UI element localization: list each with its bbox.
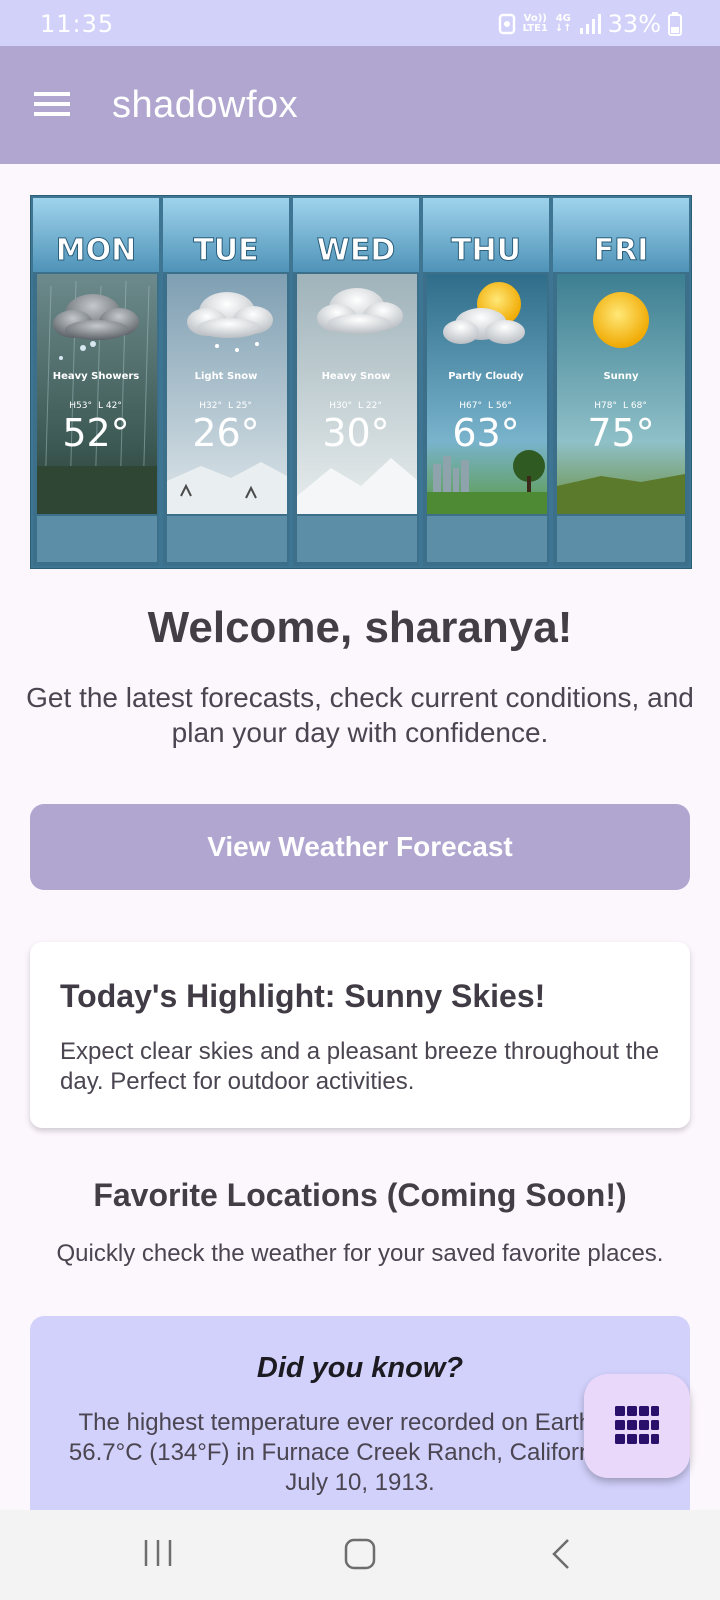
forecast-condition: Sunny [603,371,639,382]
forecast-condition: Heavy Snow [322,371,391,382]
forecast-high: H78° [594,401,617,411]
forecast-day-label: FRI [594,233,649,268]
forecast-day-label: TUE [193,233,258,268]
app-title: shadowfox [112,84,299,126]
forecast-temperature: 63° [452,411,519,455]
recents-icon[interactable] [142,1538,176,1568]
forecast-condition: Partly Cloudy [448,371,524,382]
highlight-card: Today's Highlight: Sunny Skies! Expect c… [30,942,690,1128]
back-icon[interactable] [550,1538,574,1570]
battery-percent: 33% [607,10,661,38]
welcome-intro: Get the latest forecasts, check current … [26,682,694,748]
sun-icon [593,292,649,348]
forecast-low: L 56° [488,401,512,411]
forecast-temperature: 30° [322,411,389,455]
forecast-high: H67° [459,401,482,411]
fact-body: The highest temperature ever recorded on… [68,1409,652,1496]
network-indicator: Vo)) LTE1 [522,13,548,34]
highlight-body: Expect clear skies and a pleasant breeze… [60,1038,660,1095]
status-indicators: Vo)) LTE1 4G ↓↑ 33% [498,10,682,38]
home-icon[interactable] [344,1538,378,1570]
forecast-temperature: 52° [62,411,129,455]
grid-icon [615,1406,659,1444]
highlight-title: Today's Highlight: Sunny Skies! [60,978,546,1014]
favorite-locations-title: Favorite Locations (Coming Soon!) [93,1177,627,1213]
forecast-condition: Light Snow [195,371,258,382]
forecast-condition: Heavy Showers [53,371,140,382]
grid-fab-button[interactable] [584,1374,690,1478]
data-indicator: 4G ↓↑ [554,13,572,34]
forecast-day-label: THU [451,233,521,268]
status-bar: 11:35 Vo)) LTE1 4G ↓↑ 33% [0,0,720,46]
battery-icon [668,12,682,36]
forecast-banner: MON Heavy Showers H53° L 42° 52° TUE Light Sno… [30,195,692,569]
alarm-icon [498,13,515,35]
forecast-low: L 42° [98,401,122,411]
forecast-high: H30° [329,401,352,411]
forecast-high: H53° [69,401,92,411]
forecast-low: L 68° [623,401,647,411]
forecast-low: L 25° [228,401,252,411]
hamburger-menu-icon[interactable] [34,90,70,118]
forecast-temperature: 75° [587,411,654,455]
forecast-day-label: WED [317,233,396,268]
forecast-temperature: 26° [192,411,259,455]
view-weather-forecast-button[interactable]: View Weather Forecast [30,804,690,890]
welcome-heading: Welcome, sharanya! [147,603,573,652]
status-time: 11:35 [40,10,115,38]
signal-icon [579,14,601,34]
app-bar: shadowfox [0,46,720,164]
forecast-low: L 22° [358,401,382,411]
system-navigation-bar [0,1510,720,1600]
forecast-high: H32° [199,401,222,411]
favorite-locations-subtitle: Quickly check the weather for your saved… [56,1240,664,1267]
forecast-day-label: MON [56,233,136,268]
